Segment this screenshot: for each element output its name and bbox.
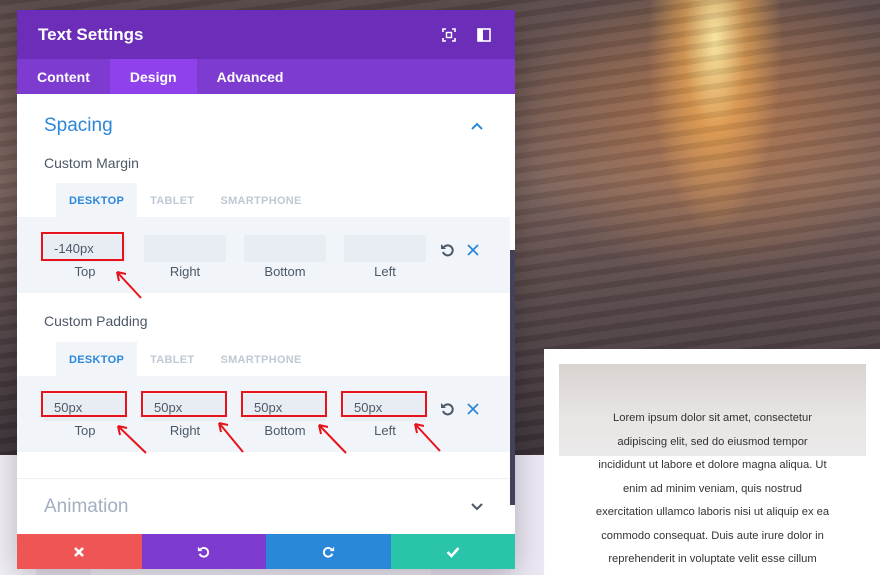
- modal-header: Text Settings: [17, 10, 515, 59]
- margin-right-field[interactable]: Right: [144, 235, 226, 279]
- modal-title: Text Settings: [38, 24, 144, 44]
- padding-left-caption: Left: [374, 423, 396, 438]
- tab-desktop[interactable]: DESKTOP: [56, 183, 138, 218]
- cancel-button[interactable]: [17, 534, 142, 569]
- preview-text-card: Lorem ipsum dolor sit amet, consectetur …: [544, 349, 880, 575]
- padding-device-tabs: DESKTOP TABLET SMARTPHONE: [56, 342, 315, 377]
- annotation-box: [341, 391, 427, 417]
- tab-tablet[interactable]: TABLET: [137, 342, 207, 377]
- margin-top-caption: Top: [74, 264, 96, 279]
- margin-bottom-field[interactable]: Bottom: [244, 235, 326, 279]
- tab-desktop[interactable]: DESKTOP: [56, 342, 138, 377]
- animation-section-header[interactable]: Animation: [44, 496, 484, 518]
- redo-button[interactable]: [266, 534, 391, 569]
- tab-content[interactable]: Content: [17, 59, 110, 94]
- preview-text: Lorem ipsum dolor sit amet, consectetur …: [595, 412, 830, 565]
- annotation-box: [241, 391, 327, 417]
- check-icon: [446, 546, 460, 558]
- redo-icon: [323, 546, 335, 558]
- modal-tabs: Content Design Advanced: [17, 59, 515, 94]
- section-divider: [17, 478, 515, 479]
- tab-tablet[interactable]: TABLET: [137, 183, 207, 218]
- tab-advanced[interactable]: Advanced: [197, 59, 304, 94]
- margin-bottom-input[interactable]: [244, 235, 326, 262]
- margin-left-caption: Left: [374, 264, 396, 279]
- close-icon[interactable]: [465, 242, 481, 258]
- reset-icon[interactable]: [440, 242, 456, 258]
- chevron-up-icon: [471, 122, 483, 130]
- spacing-title: Spacing: [44, 115, 113, 136]
- close-icon: [74, 546, 85, 557]
- tab-design[interactable]: Design: [109, 59, 197, 94]
- annotation-box: [141, 391, 227, 417]
- tab-smartphone[interactable]: SMARTPHONE: [207, 183, 314, 218]
- annotation-box: [41, 391, 127, 417]
- margin-device-tabs: DESKTOP TABLET SMARTPHONE: [56, 183, 315, 218]
- margin-right-input[interactable]: [144, 235, 226, 262]
- custom-padding-label: Custom Padding: [44, 313, 148, 329]
- scrollbar[interactable]: [510, 250, 515, 505]
- margin-right-caption: Right: [169, 264, 201, 279]
- save-button[interactable]: [390, 534, 515, 569]
- custom-margin-label: Custom Margin: [44, 155, 139, 171]
- text-settings-modal: Text Settings Content Design Advanced Sp…: [17, 10, 515, 569]
- padding-top-caption: Top: [74, 423, 96, 438]
- spacing-section-header[interactable]: Spacing: [44, 115, 484, 137]
- sidebar-toggle-icon[interactable]: [474, 25, 494, 45]
- animation-title: Animation: [44, 496, 129, 517]
- undo-icon: [197, 546, 209, 558]
- expand-icon[interactable]: [439, 25, 459, 45]
- margin-bottom-caption: Bottom: [264, 264, 306, 279]
- reset-icon[interactable]: [440, 401, 456, 417]
- tab-smartphone[interactable]: SMARTPHONE: [207, 342, 314, 377]
- margin-left-field[interactable]: Left: [344, 235, 426, 279]
- chevron-down-icon: [471, 503, 483, 511]
- undo-button[interactable]: [141, 534, 266, 569]
- modal-footer: [17, 534, 515, 569]
- padding-bottom-caption: Bottom: [264, 423, 306, 438]
- padding-right-caption: Right: [169, 423, 201, 438]
- margin-left-input[interactable]: [344, 235, 426, 262]
- close-icon[interactable]: [465, 401, 481, 417]
- annotation-box: [41, 232, 124, 261]
